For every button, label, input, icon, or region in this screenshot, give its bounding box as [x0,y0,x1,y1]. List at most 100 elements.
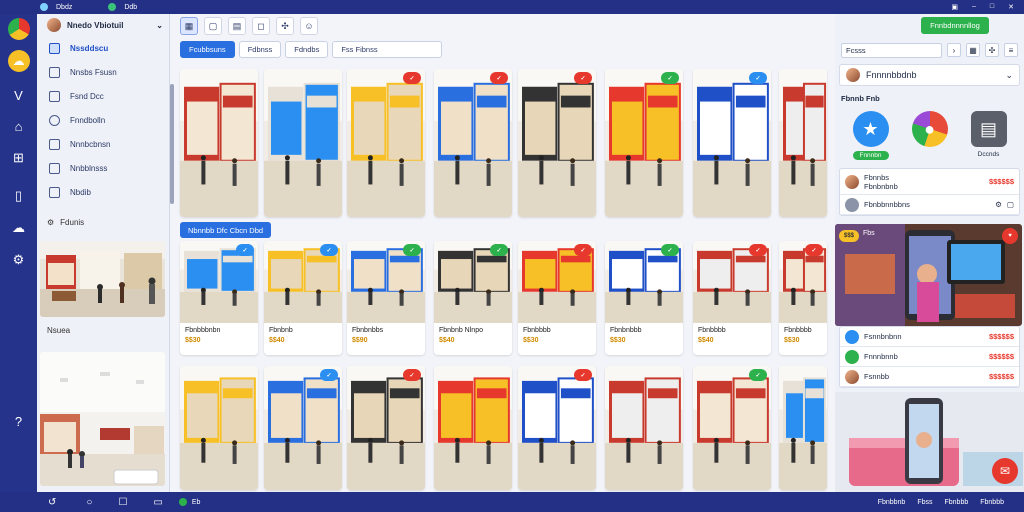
close-icon[interactable]: ✕ [1008,3,1014,11]
window-icon[interactable]: ▢ [1007,200,1014,209]
store-icon[interactable]: ⌂ [8,119,30,134]
product-tile[interactable]: ✓ Fbnbbbb $$30 [779,241,827,355]
share-icon[interactable]: ✣ [985,43,999,57]
sidebar-section-header[interactable]: ⚙ Fdunis [37,212,169,232]
list-item[interactable]: Fbnbbnnbbns ⚙ ▢ [840,195,1019,215]
app-name: Dbdz [56,3,73,11]
sidebar-item-3[interactable]: Fnndbolln [37,108,169,132]
list-item[interactable]: Fnnnbnnb $$$$$$ [840,347,1019,367]
taskbar-item[interactable]: Fbnbbnb [878,499,906,506]
cloud-icon[interactable]: ☁ [7,50,30,72]
product-tile[interactable] [605,366,683,490]
list-item[interactable]: Fsnnbnbnn $$$$$$ [840,327,1019,347]
sidebar-item-5[interactable]: Nnbblnsss [37,156,169,180]
app-icon[interactable] [178,498,187,506]
search-input[interactable]: Fcsss [841,42,942,58]
product-tile[interactable]: ✓ Fbnbbbnbn $$30 [180,241,258,355]
sidebar-section-header-2[interactable]: Nsuea [37,320,70,340]
sidebar-item-label: Nnnbcbnsn [70,139,111,149]
maximize-icon[interactable]: □ [990,3,994,11]
section-chip[interactable]: Nbnnbb Dfc Cbcn Dbd [180,222,272,238]
product-tile[interactable] [779,366,827,490]
list-item[interactable]: Fsnnbb $$$$$$ [840,367,1019,387]
taskbar-item[interactable]: Fbnbbb [945,499,969,506]
chat-icon[interactable]: ◻ [252,17,270,35]
tab-label[interactable]: Ddb [124,4,137,11]
chrome-icon[interactable] [7,18,30,40]
product-tile[interactable]: ✓ Fbnbnbbb $$30 [605,241,683,355]
product-tile[interactable]: ✓ [264,366,342,490]
sidebar-item-2[interactable]: Fsnd Dcc [37,84,169,108]
featured-app-0[interactable]: ★ Fnnnbn [852,111,889,160]
product-tile[interactable] [434,366,512,490]
user-header[interactable]: Nnedo Vbiotuil ⌄ [37,14,169,36]
page-icon[interactable]: ▢ [204,17,222,35]
circle-icon[interactable]: ○ [86,497,92,508]
gift-icon[interactable]: ⊞ [8,150,30,166]
product-tile[interactable] [264,69,342,217]
window-tab-icon[interactable]: ▣ [951,3,958,11]
sidebar-photo-corridor[interactable] [40,352,165,486]
list-item[interactable]: Fbnnbs Fbnbnbnb $$$$$$ [840,169,1019,195]
promo-banner[interactable]: $$$ Fbs ♥ [835,224,1022,326]
grid-icon[interactable]: ▦ [966,43,980,57]
gift-icon[interactable]: ✉ [992,458,1018,484]
product-tile[interactable]: ✓ Fbnbnbbs $$90 [347,241,425,355]
sidebar-item-0[interactable]: Nssddscu [37,36,169,60]
product-tile[interactable]: ✓ Fbnbbbb $$30 [518,241,596,355]
filter-chip-1[interactable]: Fdbnss [238,40,282,58]
taskbar-item[interactable]: Fbss [917,499,932,506]
avatar [845,369,859,384]
menu-icon[interactable]: ≡ [1004,43,1018,57]
scrollbar[interactable] [170,84,174,204]
tile-badge-icon: ✓ [320,244,338,256]
help-icon[interactable]: ? [8,414,30,429]
table-icon[interactable]: ▤ [228,17,246,35]
product-tile[interactable]: ✓ Fbnbnb Nlnpo $$40 [434,241,512,355]
tile-badge-icon: ✓ [574,72,592,84]
product-tile[interactable]: ✓ Fbnbnb $$40 [264,241,342,355]
minimize-icon[interactable]: – [972,3,976,11]
sidebar-photo-mall[interactable] [40,241,165,317]
chat-icon[interactable]: ☐ [118,497,127,508]
chevron-down-icon[interactable]: ⌄ [156,21,163,30]
primary-action-button[interactable]: Fnnbdnnnnllog [921,17,989,34]
sidebar-item-4[interactable]: Nnnbcbnsn [37,132,169,156]
product-tile[interactable]: ✓ [693,366,771,490]
product-tile[interactable]: ✓ [518,366,596,490]
filter-chip-2[interactable]: Fdndbs [285,40,329,58]
filter-chip-0[interactable]: Fcubbsuns [180,40,235,58]
featured-app-1[interactable]: ● [911,111,948,160]
sidebar-item-1[interactable]: Nnsbs Fsusn [37,60,169,84]
product-price: $$30 [185,337,201,344]
product-tile[interactable]: ✓ [605,69,683,217]
taskbar-item[interactable]: Fbnbbb [980,499,1004,506]
product-tile[interactable]: ✓ Fbnbbbb $$40 [693,241,771,355]
product-tile[interactable] [180,69,258,217]
settings-icon[interactable]: ⚙ [8,252,30,268]
chevron-right-icon[interactable]: › [947,43,961,57]
phone-icon[interactable]: ▯ [8,188,30,204]
product-tile[interactable] [779,69,827,217]
smile-icon[interactable]: ☺ [300,17,318,35]
brand-v-icon[interactable]: V [8,88,30,103]
product-tile[interactable]: ✓ [693,69,771,217]
undo-icon[interactable]: ↺ [48,497,56,508]
product-tile[interactable]: ✓ [434,69,512,217]
gear-icon[interactable]: ⚙ [995,200,1002,209]
product-tile[interactable]: ✓ [347,69,425,217]
grid-icon[interactable]: ▦ [180,17,198,35]
product-image: ✓ [605,69,683,217]
product-tile[interactable] [180,366,258,490]
sidebar-item-6[interactable]: Nbdib [37,180,169,204]
cloud-upload-icon[interactable]: ☁ [8,220,30,236]
product-tile[interactable]: ✓ [518,69,596,217]
account-dropdown[interactable]: Fnnnnbbdnb ⌄ [839,64,1020,86]
product-tile[interactable]: ✓ [347,366,425,490]
heart-icon[interactable]: ♥ [1002,228,1018,244]
bookmark-icon[interactable]: ▭ [153,497,162,508]
product-image: ✓ [605,241,683,323]
share-icon[interactable]: ✣ [276,17,294,35]
filter-chip-3[interactable]: Fss Fibnss [332,40,443,58]
featured-app-2[interactable]: ▤ Dccnds [970,111,1007,160]
